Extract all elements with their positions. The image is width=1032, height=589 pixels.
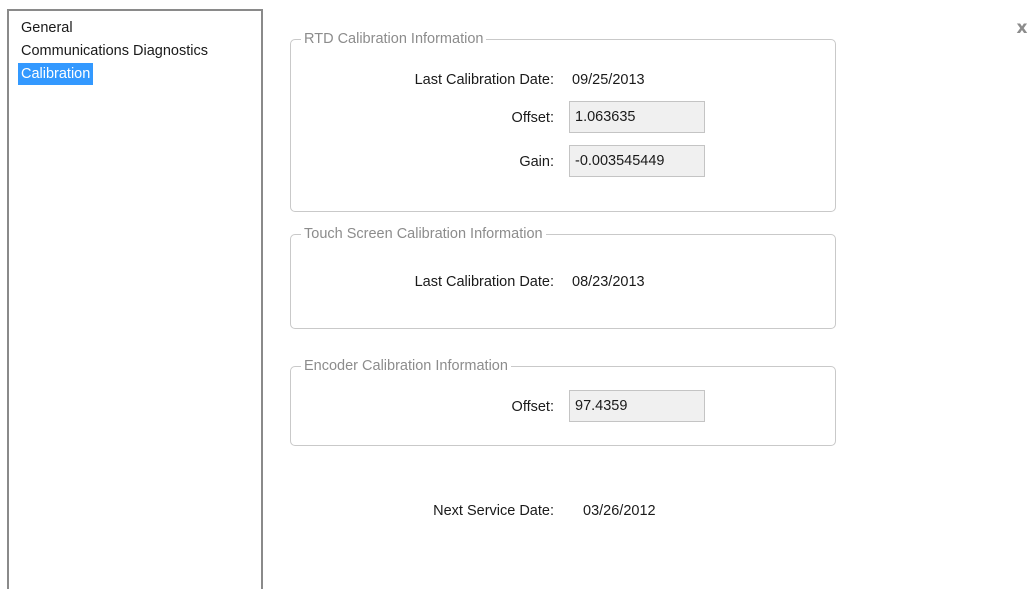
encoder-offset-field: 97.4359 xyxy=(569,390,705,422)
touch-screen-calibration-group: Touch Screen Calibration Information xyxy=(290,225,836,329)
calibration-window: General Communications Diagnostics Calib… xyxy=(0,0,1032,589)
encoder-offset-label: Offset: xyxy=(511,399,554,415)
next-service-date-label: Next Service Date: xyxy=(433,503,554,519)
settings-nav-list: General Communications Diagnostics Calib… xyxy=(18,17,211,86)
rtd-gain-label: Gain: xyxy=(519,154,554,170)
rtd-calibration-group: RTD Calibration Information xyxy=(290,30,836,212)
nav-item-calibration[interactable]: Calibration xyxy=(18,63,94,85)
encoder-calibration-group: Encoder Calibration Information xyxy=(290,357,836,446)
rtd-calibration-legend: RTD Calibration Information xyxy=(301,30,487,48)
nav-item-communications-diagnostics[interactable]: Communications Diagnostics xyxy=(18,40,211,62)
rtd-last-calibration-label: Last Calibration Date: xyxy=(414,72,554,88)
close-icon[interactable]: x xyxy=(1013,17,1031,39)
rtd-offset-field: 1.063635 xyxy=(569,101,705,133)
nav-item-general[interactable]: General xyxy=(18,17,211,39)
touch-screen-calibration-legend: Touch Screen Calibration Information xyxy=(301,225,546,243)
rtd-last-calibration-value: 09/25/2013 xyxy=(572,72,645,88)
touch-last-calibration-value: 08/23/2013 xyxy=(572,274,645,290)
encoder-calibration-legend: Encoder Calibration Information xyxy=(301,357,511,375)
rtd-gain-field: -0.003545449 xyxy=(569,145,705,177)
next-service-date-value: 03/26/2012 xyxy=(583,503,656,519)
rtd-offset-label: Offset: xyxy=(511,110,554,126)
settings-nav-panel: General Communications Diagnostics Calib… xyxy=(7,9,263,589)
touch-last-calibration-label: Last Calibration Date: xyxy=(414,274,554,290)
